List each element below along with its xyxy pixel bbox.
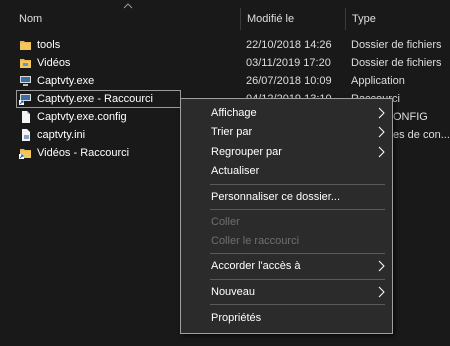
file-type: Application (351, 75, 405, 87)
ini-icon (22, 129, 30, 141)
chevron-right-icon (378, 260, 385, 272)
file-name: Captvty.exe.config (37, 111, 127, 123)
column-type-header[interactable]: Type (352, 12, 376, 26)
sort-ascending-icon (123, 3, 133, 9)
menu-item-accorder-acces[interactable]: Accorder l'accès à (182, 256, 392, 276)
menu-item-nouveau[interactable]: Nouveau (182, 282, 392, 302)
menu-item-personnaliser[interactable]: Personnaliser ce dossier... (182, 187, 392, 207)
file-name: Captvty.exe - Raccourci (37, 93, 153, 105)
column-name-header[interactable]: Nom (19, 12, 42, 26)
file-name: tools (37, 39, 61, 51)
file-type: Dossier de fichiers (351, 39, 442, 51)
menu-separator (210, 184, 385, 185)
file-name: Vidéos (37, 57, 71, 69)
column-date-header[interactable]: Modifié le (247, 12, 294, 26)
file-row[interactable]: tools 22/10/2018 14:26 Dossier de fichie… (0, 36, 450, 54)
menu-item-label: Trier par (211, 126, 253, 138)
file-name: Vidéos - Raccourci (37, 147, 130, 159)
menu-item-regrouper-par[interactable]: Regrouper par (182, 142, 392, 162)
folder-shortcut-icon (19, 149, 31, 159)
menu-item-actualiser[interactable]: Actualiser (182, 161, 392, 181)
menu-item-label: Personnaliser ce dossier... (211, 191, 341, 203)
menu-item-trier-par[interactable]: Trier par (182, 122, 392, 142)
menu-separator (210, 209, 385, 210)
file-row[interactable]: Vidéos 03/11/2019 17:20 Dossier de fichi… (0, 54, 450, 72)
menu-item-coller[interactable]: Coller (182, 212, 392, 232)
column-header: Nom Modifié le Type (0, 0, 450, 34)
menu-item-label: Nouveau (211, 286, 256, 298)
file-name: captvty.ini (37, 129, 86, 141)
menu-item-proprietes[interactable]: Propriétés (182, 308, 392, 328)
file-date: 03/11/2019 17:20 (246, 57, 331, 69)
file-date: 22/10/2018 14:26 (246, 39, 332, 51)
menu-item-label: Accorder l'accès à (211, 260, 301, 272)
file-date: 26/07/2018 10:09 (246, 75, 332, 87)
menu-item-coller-raccourci[interactable]: Coller le raccourci (182, 231, 392, 251)
menu-separator (210, 304, 385, 305)
file-explorer-window: Nom Modifié le Type tools 22/10/2018 14:… (0, 0, 450, 346)
folder-icon (20, 41, 31, 50)
menu-item-label: Propriétés (211, 312, 262, 324)
folder-icon (20, 59, 31, 68)
chevron-right-icon (378, 286, 385, 298)
menu-item-label: Coller le raccourci (211, 235, 300, 247)
menu-item-label: Regrouper par (211, 146, 282, 158)
column-divider[interactable] (345, 8, 346, 30)
menu-item-label: Actualiser (211, 165, 260, 177)
menu-item-label: Coller (211, 216, 240, 228)
menu-item-affichage[interactable]: Affichage (182, 103, 392, 123)
menu-separator (210, 279, 385, 280)
file-type: es de con... (393, 129, 450, 141)
context-menu: Affichage Trier par Regrouper par Actual… (180, 98, 393, 334)
menu-item-label: Affichage (211, 107, 257, 119)
file-icon (22, 111, 30, 123)
menu-separator (210, 253, 385, 254)
file-row[interactable]: Captvty.exe 26/07/2018 10:09 Application (0, 72, 450, 90)
chevron-right-icon (378, 126, 385, 138)
chevron-right-icon (378, 107, 385, 119)
file-type: Dossier de fichiers (351, 57, 442, 69)
chevron-right-icon (378, 146, 385, 158)
exe-icon (20, 76, 31, 86)
column-divider[interactable] (240, 8, 241, 30)
file-name: Captvty.exe (37, 75, 95, 87)
shortcut-icon (19, 94, 31, 105)
file-type: ONFIG (393, 111, 428, 123)
